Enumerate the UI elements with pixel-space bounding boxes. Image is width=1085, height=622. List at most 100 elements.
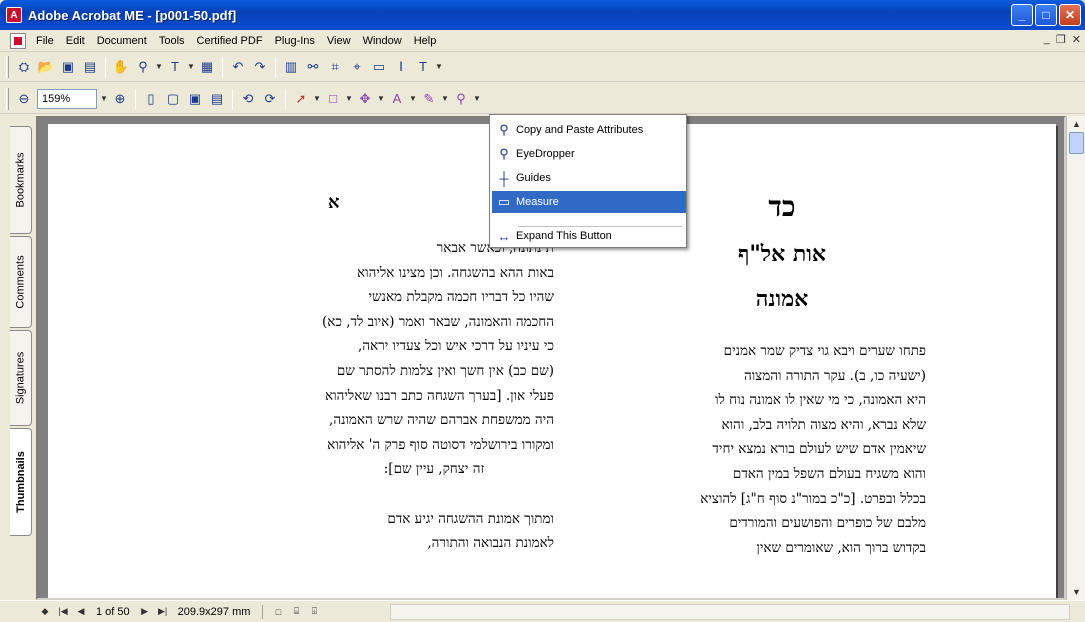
menu-bar: File Edit Document Tools Certified PDF P…: [0, 30, 1085, 52]
eyedropper-icon: ⚲: [499, 146, 509, 161]
minimize-button[interactable]: _: [1011, 4, 1033, 26]
undo-icon[interactable]: ↶: [227, 56, 249, 78]
menu-item-measure[interactable]: ▭ Measure: [492, 191, 686, 213]
toolbar-file: ⛭ 📂 ▣ ▤ ✋ ⚲ ▼ T ▼ ▦ ↶ ↷ ▥ ⚯ ⌗ ⌖ ▭ Ⅰ T ▼: [0, 52, 1085, 82]
scroll-up-icon[interactable]: ▲: [1069, 116, 1084, 131]
document-icon[interactable]: [10, 32, 26, 49]
zoom-tool-icon[interactable]: ⚲: [132, 56, 154, 78]
zoom-input[interactable]: 159%: [37, 88, 97, 109]
typewriter-icon[interactable]: T: [412, 56, 434, 78]
touchup-text-icon[interactable]: Ⅰ: [390, 56, 412, 78]
menu-view[interactable]: View: [321, 35, 357, 47]
fit-page-icon[interactable]: ▢: [162, 88, 184, 110]
toolbar-grip[interactable]: [6, 55, 9, 78]
page-letter: א: [328, 192, 340, 213]
hand-tool-icon[interactable]: ✋: [110, 56, 132, 78]
tab-label: Comments: [14, 255, 27, 309]
chevron-down-icon[interactable]: ▼: [99, 88, 109, 110]
tab-label: Bookmarks: [14, 152, 27, 208]
text-line: באות ההא בהשגחה. וכן מצינו אליהוא: [357, 264, 554, 281]
vertical-scrollbar[interactable]: ▲ ▼: [1066, 116, 1085, 600]
menu-file[interactable]: File: [30, 35, 60, 47]
zoom-out-icon[interactable]: ⊖: [13, 88, 35, 110]
snapshot-icon[interactable]: ▦: [196, 56, 218, 78]
facing-pages-icon[interactable]: ⌹: [305, 604, 323, 620]
rotate-right-icon[interactable]: ⟳: [259, 88, 281, 110]
page-indicator[interactable]: 1 of 50: [90, 606, 136, 618]
menu-item-guides[interactable]: ┼ Guides: [492, 167, 686, 189]
menu-document[interactable]: Document: [91, 35, 153, 47]
film-icon[interactable]: ▥: [280, 56, 302, 78]
doc-close-button[interactable]: ✕: [1072, 33, 1081, 46]
text-column-left: ת נתונה, וכאשר אבאר באות ההא בהשגחה. וכן…: [314, 236, 554, 556]
previous-page-icon[interactable]: ◀: [72, 604, 90, 620]
scroll-down-icon[interactable]: ▼: [1069, 584, 1084, 599]
acrobat-icon: A: [6, 7, 22, 23]
tab-comments[interactable]: Comments: [10, 236, 32, 328]
text-line: (שם כב) אין חשך ואין צלמות להסתר שם: [336, 362, 554, 379]
chevron-down-icon[interactable]: ▼: [312, 88, 322, 110]
actual-size-icon[interactable]: ▯: [140, 88, 162, 110]
menu-help[interactable]: Help: [408, 35, 443, 47]
first-page-icon[interactable]: |◀: [54, 604, 72, 620]
touchup-icon[interactable]: ⌖: [346, 56, 368, 78]
fit-width-icon[interactable]: ▣: [184, 88, 206, 110]
menu-tools[interactable]: Tools: [153, 35, 191, 47]
tab-label: Thumbnails: [14, 451, 27, 513]
menu-certified-pdf[interactable]: Certified PDF: [191, 35, 269, 47]
menu-window[interactable]: Window: [357, 35, 408, 47]
chevron-down-icon[interactable]: ▼: [472, 88, 482, 110]
chevron-down-icon[interactable]: ▼: [440, 88, 450, 110]
save-icon[interactable]: ▣: [57, 56, 79, 78]
chevron-down-icon[interactable]: ▼: [344, 88, 354, 110]
tab-thumbnails[interactable]: Thumbnails: [10, 428, 32, 536]
menu-item-expand-button[interactable]: ↔ Expand This Button: [492, 225, 686, 247]
pencil-tool-icon[interactable]: ✎: [418, 88, 440, 110]
print-icon[interactable]: ▤: [79, 56, 101, 78]
form-icon[interactable]: ▭: [368, 56, 390, 78]
menu-item-copy-paste-attributes[interactable]: ⚲ Copy and Paste Attributes: [492, 119, 686, 141]
tool-dropdown-menu: ⚲ Copy and Paste Attributes ⚲ EyeDropper…: [489, 114, 687, 248]
link-icon[interactable]: ⚯: [302, 56, 324, 78]
maximize-button[interactable]: □: [1035, 4, 1057, 26]
text-markup-icon[interactable]: A: [386, 88, 408, 110]
section-subtitle: אמונה: [755, 286, 809, 312]
menu-item-eyedropper[interactable]: ⚲ EyeDropper: [492, 143, 686, 165]
doc-minimize-button[interactable]: _: [1044, 33, 1050, 46]
menu-plug-ins[interactable]: Plug-Ins: [269, 35, 321, 47]
crop-icon[interactable]: ⌗: [324, 56, 346, 78]
scroll-thumb[interactable]: [1069, 132, 1084, 154]
text-line: בקדוש ברוך הוא, שאומרים שאין: [756, 539, 926, 556]
single-page-icon[interactable]: □: [269, 604, 287, 620]
chevron-down-icon[interactable]: ▼: [186, 56, 196, 78]
redo-icon[interactable]: ↷: [249, 56, 271, 78]
chevron-down-icon[interactable]: ▼: [408, 88, 418, 110]
toolbar-separator: [232, 88, 233, 109]
create-pdf-icon[interactable]: ⛭: [13, 56, 35, 78]
rotate-left-icon[interactable]: ⟲: [237, 88, 259, 110]
copy-paste-attributes-icon[interactable]: ⚲: [450, 88, 472, 110]
tab-signatures[interactable]: Signatures: [10, 330, 32, 426]
continuous-icon[interactable]: ⌸: [287, 604, 305, 620]
chevron-down-icon[interactable]: ▼: [154, 56, 164, 78]
text-column-right: פתחו שערים ויבא גוי צדיק שמר אמנים (ישעי…: [638, 339, 926, 560]
doc-restore-button[interactable]: ❐: [1056, 33, 1066, 46]
last-page-icon[interactable]: ▶|: [154, 604, 172, 620]
toolbar-grip[interactable]: [6, 87, 9, 110]
next-page-icon[interactable]: ▶: [136, 604, 154, 620]
rectangle-tool-icon[interactable]: □: [322, 88, 344, 110]
horizontal-scrollbar[interactable]: [390, 604, 1070, 620]
stamp-tool-icon[interactable]: ✥: [354, 88, 376, 110]
split-icon[interactable]: ◆: [36, 604, 54, 620]
select-arrow-icon[interactable]: ➚: [290, 88, 312, 110]
menu-edit[interactable]: Edit: [60, 35, 91, 47]
chevron-down-icon[interactable]: ▼: [376, 88, 386, 110]
tab-bookmarks[interactable]: Bookmarks: [10, 126, 32, 234]
open-icon[interactable]: 📂: [35, 56, 57, 78]
text-line: (ישעיה כו, ב). עקר התורה והמצוה: [743, 367, 926, 384]
text-select-icon[interactable]: T: [164, 56, 186, 78]
fit-visible-icon[interactable]: ▤: [206, 88, 228, 110]
chevron-down-icon[interactable]: ▼: [434, 56, 444, 78]
zoom-in-icon[interactable]: ⊕: [109, 88, 131, 110]
close-button[interactable]: ✕: [1059, 4, 1081, 26]
